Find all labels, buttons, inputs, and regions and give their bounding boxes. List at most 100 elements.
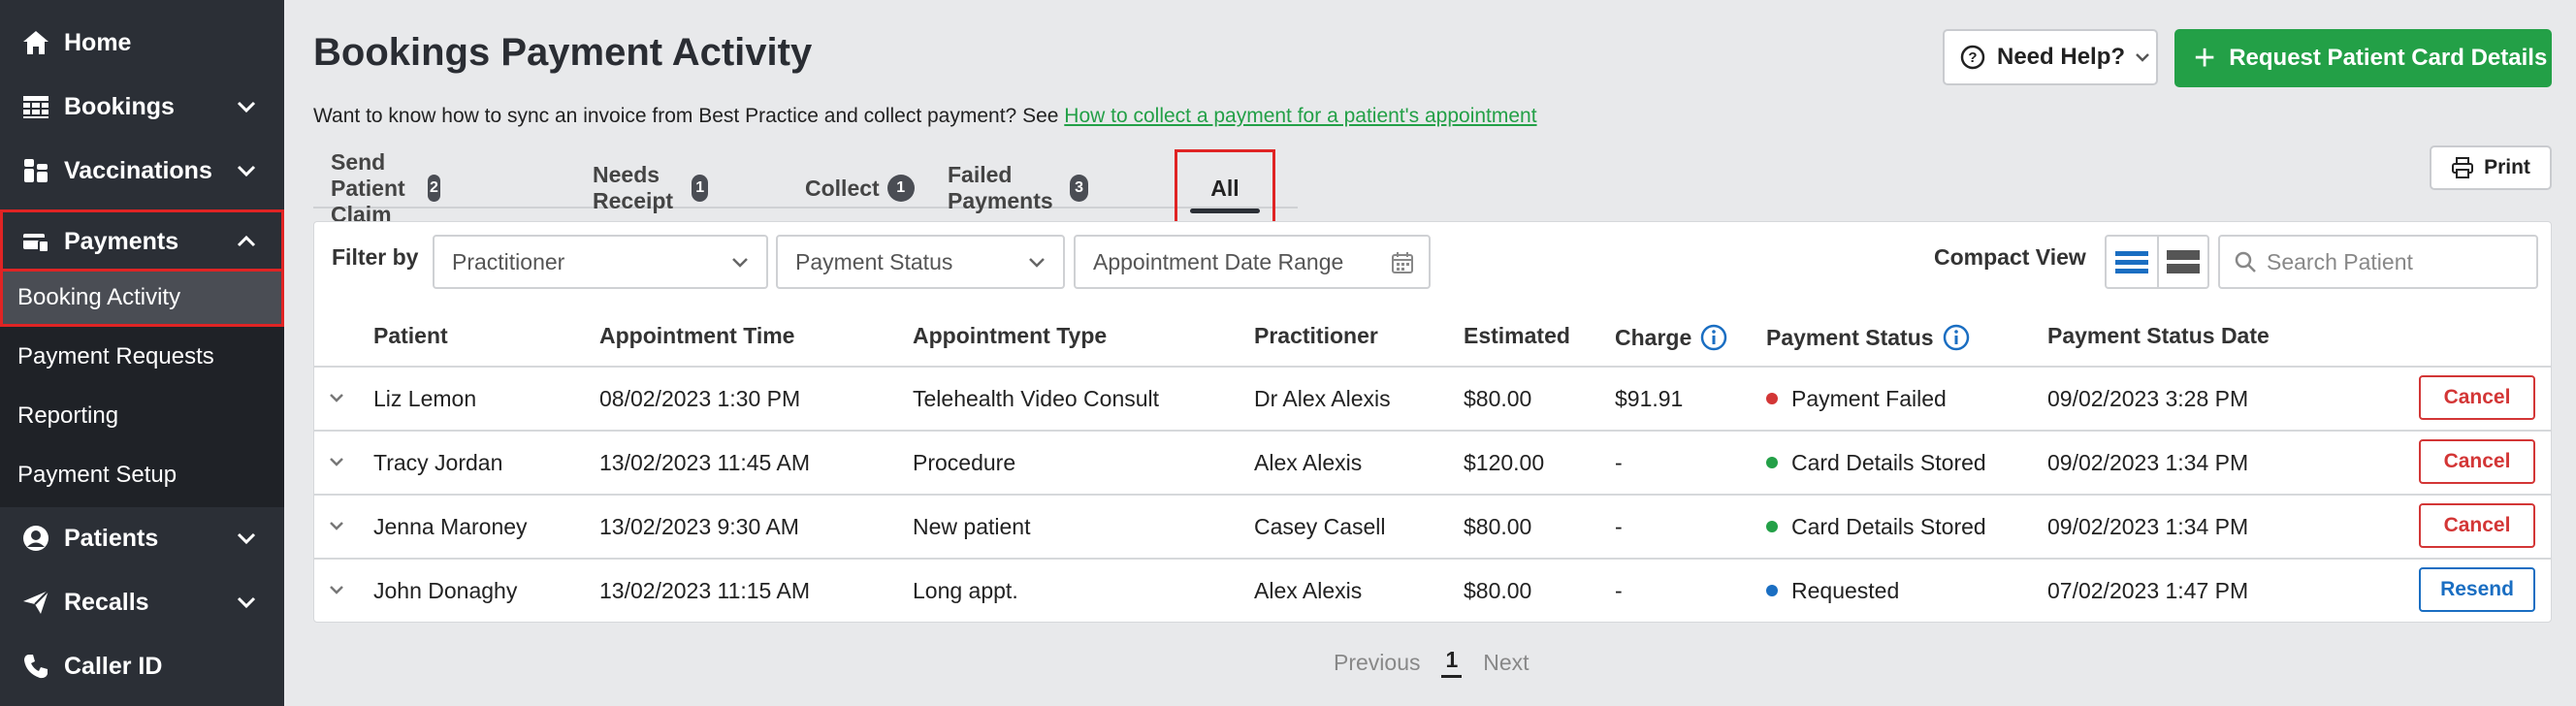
cell-practitioner: Alex Alexis xyxy=(1254,449,1363,475)
payment-status-select-value: Payment Status xyxy=(795,248,953,274)
filter-by-label: Filter by xyxy=(332,243,419,270)
appointment-date-range-input[interactable]: Appointment Date Range xyxy=(1074,235,1431,289)
column-header-practitioner: Practitioner xyxy=(1254,323,1378,348)
sidebar-item-caller-id[interactable]: Caller ID xyxy=(0,634,284,698)
info-icon[interactable] xyxy=(1942,323,1971,352)
cell-patient: Liz Lemon xyxy=(373,385,477,411)
active-tab-indicator xyxy=(1190,209,1260,213)
chevron-down-icon xyxy=(237,165,256,177)
cell-practitioner: Dr Alex Alexis xyxy=(1254,385,1391,411)
cancel-button[interactable]: Cancel xyxy=(2419,375,2535,420)
info-line: Want to know how to sync an invoice from… xyxy=(313,105,1537,128)
request-label: Request Patient Card Details xyxy=(2229,45,2548,71)
status-dot xyxy=(1766,457,1778,468)
tab-all[interactable]: All xyxy=(1175,149,1275,227)
bookings-table-card: Filter by Practitioner Payment Status Ap… xyxy=(313,221,2552,623)
print-label: Print xyxy=(2484,156,2530,178)
print-button[interactable]: Print xyxy=(2430,145,2552,190)
sidebar-item-payments[interactable]: Payments xyxy=(0,209,284,273)
sidebar-item-home[interactable]: Home xyxy=(0,11,284,75)
need-help-button[interactable]: ? Need Help? xyxy=(1943,29,2158,85)
tab-collect[interactable]: Collect 1 xyxy=(805,149,915,227)
expand-row-icon[interactable] xyxy=(326,579,347,600)
tab-label: Failed Payments xyxy=(948,162,1053,213)
main-content: Bookings Payment Activity ? Need Help? +… xyxy=(284,0,2576,706)
cancel-button[interactable]: Cancel xyxy=(2419,439,2535,484)
cancel-button[interactable]: Cancel xyxy=(2419,503,2535,548)
cell-appointment-time: 13/02/2023 11:45 AM xyxy=(599,449,810,475)
request-patient-card-details-button[interactable]: + Request Patient Card Details xyxy=(2174,29,2552,87)
cell-patient: Tracy Jordan xyxy=(373,449,503,475)
search-patient-input[interactable] xyxy=(2267,248,2528,275)
expand-row-icon[interactable] xyxy=(326,515,347,536)
status-label: Requested xyxy=(1791,577,1900,603)
compact-list-icon xyxy=(2115,251,2148,273)
table-row[interactable]: Jenna Maroney 13/02/2023 9:30 AM New pat… xyxy=(314,496,2551,560)
cell-charge: - xyxy=(1615,577,1623,603)
sidebar-subitem-payment-requests[interactable]: Payment Requests xyxy=(0,328,284,386)
sidebar-item-recalls[interactable]: Recalls xyxy=(0,570,284,634)
sidebar-item-bookings[interactable]: Bookings xyxy=(0,75,284,139)
sidebar-item-label: Home xyxy=(64,28,132,56)
tab-count-badge: 1 xyxy=(692,175,709,202)
tab-send-patient-claim[interactable]: Send Patient Claim 2 xyxy=(331,149,440,227)
cell-practitioner: Alex Alexis xyxy=(1254,577,1363,603)
table-row[interactable]: Tracy Jordan 13/02/2023 11:45 AM Procedu… xyxy=(314,432,2551,496)
sidebar-item-label: Recalls xyxy=(64,588,149,616)
tab-label: Collect xyxy=(805,175,880,201)
sidebar-subitem-booking-activity[interactable]: Booking Activity xyxy=(0,269,284,327)
cell-estimated: $120.00 xyxy=(1464,449,1545,475)
column-header-appointment-type: Appointment Type xyxy=(913,323,1108,348)
tab-label: Send Patient Claim xyxy=(331,148,405,227)
expand-row-icon[interactable] xyxy=(326,451,347,472)
cell-charge: - xyxy=(1615,513,1623,539)
cell-patient: Jenna Maroney xyxy=(373,513,528,539)
current-page[interactable]: 1 xyxy=(1441,647,1463,678)
sidebar-item-label: Vaccinations xyxy=(64,156,212,184)
resend-button[interactable]: Resend xyxy=(2419,567,2535,612)
payment-status-select[interactable]: Payment Status xyxy=(776,235,1065,289)
status-dot xyxy=(1766,393,1778,404)
compact-view-label: Compact View xyxy=(1934,243,2086,270)
info-icon[interactable] xyxy=(1699,323,1728,352)
chevron-down-icon xyxy=(1029,258,1045,268)
column-header-charge: Charge xyxy=(1615,323,1728,352)
next-page-link[interactable]: Next xyxy=(1483,650,1529,676)
previous-page-link[interactable]: Previous xyxy=(1334,650,1420,676)
column-header-patient: Patient xyxy=(373,323,448,348)
help-article-link[interactable]: How to collect a payment for a patient's… xyxy=(1064,105,1536,127)
status-label: Card Details Stored xyxy=(1791,513,1986,539)
sidebar-subitem-payment-setup[interactable]: Payment Setup xyxy=(0,446,284,504)
cell-payment-status-date: 07/02/2023 1:47 PM xyxy=(2047,577,2249,603)
practitioner-select-value: Practitioner xyxy=(452,248,565,274)
cell-appointment-time: 13/02/2023 9:30 AM xyxy=(599,513,799,539)
tab-count-badge: 3 xyxy=(1070,175,1088,202)
sidebar-item-vaccinations[interactable]: Vaccinations xyxy=(0,139,284,203)
tab-needs-receipt[interactable]: Needs Receipt 1 xyxy=(593,149,709,227)
cell-appointment-type: Procedure xyxy=(913,449,1016,475)
search-patient-field[interactable] xyxy=(2218,235,2538,289)
compact-view-button[interactable] xyxy=(2107,237,2157,287)
expand-row-icon[interactable] xyxy=(326,387,347,408)
cell-payment-status-date: 09/02/2023 1:34 PM xyxy=(2047,449,2249,475)
printer-icon xyxy=(2452,157,2474,178)
table-row[interactable]: John Donaghy 13/02/2023 11:15 AM Long ap… xyxy=(314,560,2551,624)
tab-failed-payments[interactable]: Failed Payments 3 xyxy=(948,149,1088,227)
calendar-icon xyxy=(1392,252,1413,273)
svg-text:?: ? xyxy=(1968,49,1977,66)
column-header-label: Charge xyxy=(1615,324,1692,350)
tab-count-badge: 1 xyxy=(886,175,915,202)
column-header-estimated: Estimated xyxy=(1464,323,1570,348)
vials-icon xyxy=(19,154,52,187)
table-row[interactable]: Liz Lemon 08/02/2023 1:30 PM Telehealth … xyxy=(314,368,2551,432)
need-help-label: Need Help? xyxy=(1997,44,2126,70)
cell-estimated: $80.00 xyxy=(1464,577,1532,603)
sidebar-item-label: Payments xyxy=(64,227,179,255)
sidebar-item-patients[interactable]: Patients xyxy=(0,506,284,570)
practitioner-select[interactable]: Practitioner xyxy=(433,235,768,289)
chevron-down-icon xyxy=(2136,53,2149,62)
cell-appointment-time: 13/02/2023 11:15 AM xyxy=(599,577,810,603)
sidebar-subitem-reporting[interactable]: Reporting xyxy=(0,387,284,445)
sidebar-item-label: Bookings xyxy=(64,92,175,120)
expanded-view-button[interactable] xyxy=(2157,237,2207,287)
